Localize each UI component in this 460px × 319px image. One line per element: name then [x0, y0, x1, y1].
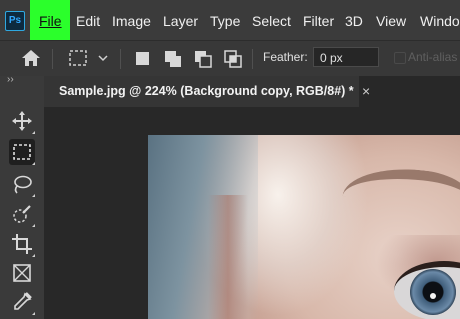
menu-bar: Ps File Edit Image Layer Type Select Fil… [0, 0, 460, 40]
tools-panel: ›› [0, 74, 44, 319]
feather-input[interactable]: 0 px [313, 47, 379, 67]
menu-filter[interactable]: Filter [303, 0, 334, 40]
intersect-selection-icon[interactable] [223, 49, 243, 69]
rectangular-marquee-icon [13, 144, 31, 160]
options-divider [120, 49, 121, 69]
photo-skin-edge [208, 195, 248, 319]
tool-flyout-indicator [32, 254, 35, 257]
anti-alias-label: Anti-alias [408, 50, 458, 64]
menu-3d[interactable]: 3D [345, 0, 363, 40]
tool-flyout-indicator [32, 162, 35, 165]
crop-icon [12, 234, 32, 254]
menu-layer[interactable]: Layer [163, 0, 198, 40]
new-selection-icon[interactable] [134, 50, 152, 68]
tool-flyout-indicator [32, 312, 35, 315]
document-tab-title: Sample.jpg @ 224% (Background copy, RGB/… [59, 84, 354, 98]
document-image[interactable] [148, 135, 460, 319]
feather-label: Feather: [263, 50, 308, 64]
frame-icon [13, 264, 31, 282]
options-bar: Feather: 0 px Anti-alias [0, 40, 460, 76]
menu-file[interactable]: File [30, 0, 70, 40]
document-tab[interactable]: Sample.jpg @ 224% (Background copy, RGB/… [44, 76, 370, 107]
move-tool-icon [12, 111, 32, 131]
quick-selection-tool[interactable] [9, 201, 35, 227]
menu-image[interactable]: Image [112, 0, 151, 40]
add-selection-icon[interactable] [163, 49, 183, 69]
move-tool[interactable] [9, 108, 35, 134]
anti-alias-checkbox[interactable] [394, 52, 406, 64]
subtract-selection-icon[interactable] [193, 49, 213, 69]
canvas-area [44, 107, 460, 319]
options-divider [252, 49, 253, 69]
menu-type[interactable]: Type [210, 0, 240, 40]
frame-tool[interactable] [9, 260, 35, 286]
tool-flyout-indicator [32, 194, 35, 197]
menu-window[interactable]: Windo [420, 0, 460, 40]
menu-view[interactable]: View [376, 0, 406, 40]
menu-select[interactable]: Select [252, 0, 291, 40]
home-icon[interactable] [20, 48, 42, 68]
menu-file-label: File [39, 13, 62, 29]
photo-eyebrow [342, 162, 460, 210]
rectangular-marquee-tool[interactable] [9, 139, 35, 165]
collapse-panel-icon[interactable]: ›› [7, 74, 14, 85]
lasso-tool[interactable] [9, 171, 35, 197]
photo-eye-glint [430, 293, 436, 299]
close-icon[interactable]: × [362, 83, 370, 99]
eyedropper-tool[interactable] [9, 289, 35, 315]
crop-tool[interactable] [9, 231, 35, 257]
tool-flyout-indicator [32, 131, 35, 134]
photo-iris [410, 269, 456, 315]
options-divider [52, 49, 53, 69]
marquee-icon[interactable] [68, 49, 88, 67]
quick-selection-icon [13, 205, 31, 223]
tool-flyout-indicator [32, 224, 35, 227]
eyedropper-icon [14, 292, 32, 310]
photoshop-logo-icon: Ps [5, 11, 25, 31]
menu-edit[interactable]: Edit [76, 0, 100, 40]
document-tab-bar: Sample.jpg @ 224% (Background copy, RGB/… [44, 76, 460, 107]
lasso-icon [14, 175, 32, 194]
chevron-down-icon[interactable] [97, 54, 109, 62]
